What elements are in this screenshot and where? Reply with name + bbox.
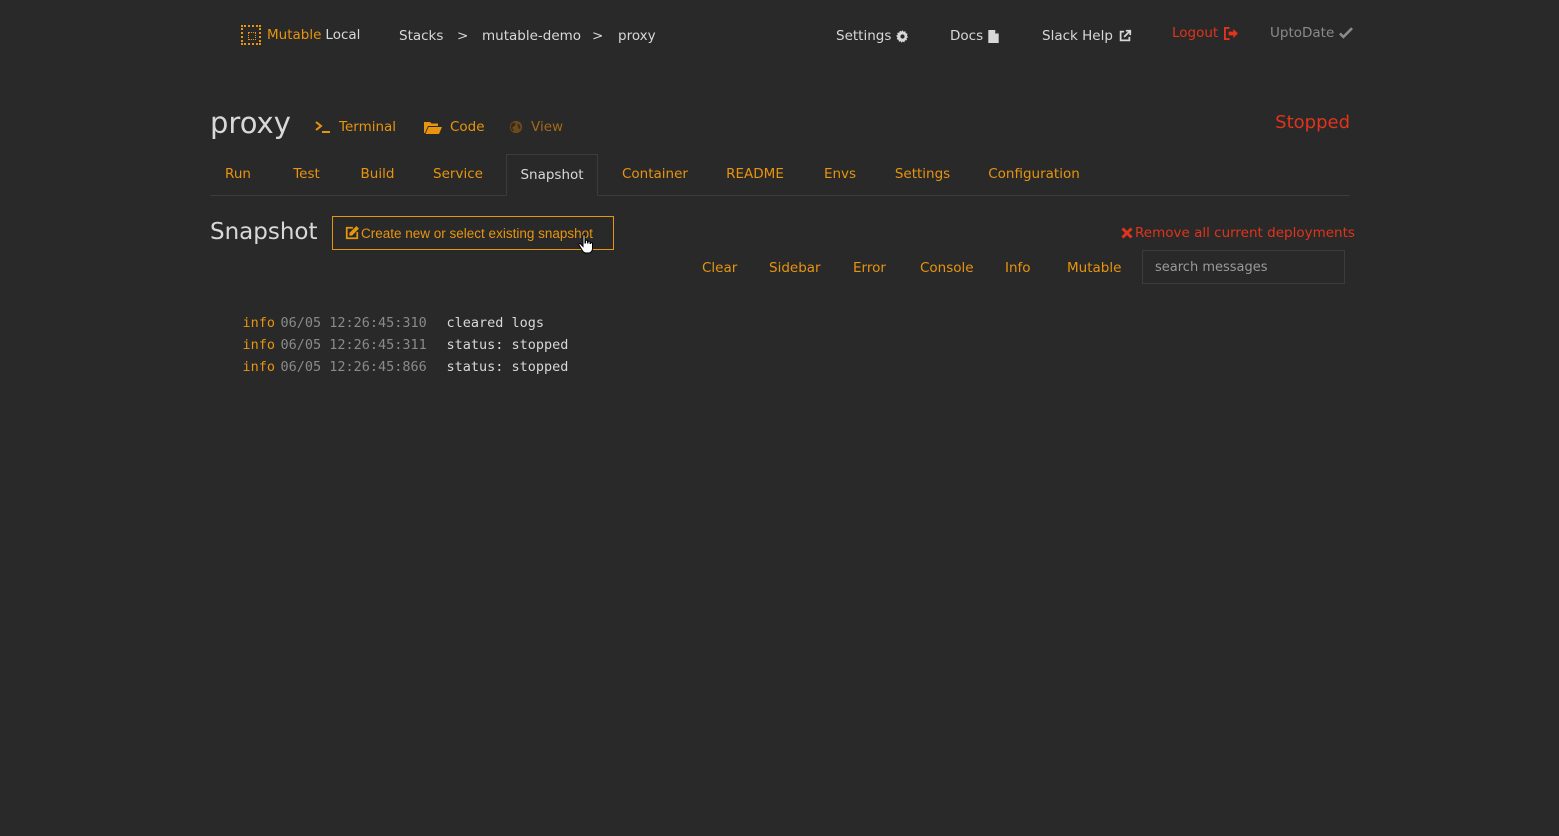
- filter-sidebar[interactable]: Sidebar: [769, 260, 821, 276]
- log-timestamp: 06/05 12:26:45:310: [280, 315, 427, 331]
- globe-icon: [509, 120, 523, 134]
- log-level: info: [242, 315, 276, 331]
- view-label: View: [531, 119, 564, 135]
- tab-configuration[interactable]: Configuration: [975, 154, 1093, 195]
- page-title: proxy: [210, 106, 291, 140]
- close-icon: [1121, 227, 1133, 239]
- filter-mutable[interactable]: Mutable: [1067, 260, 1121, 276]
- tab-readme[interactable]: README: [714, 154, 796, 195]
- tab-settings[interactable]: Settings: [884, 154, 961, 195]
- terminal-link[interactable]: Terminal: [315, 119, 396, 135]
- file-icon: [988, 29, 999, 43]
- breadcrumb-stacks[interactable]: Stacks: [399, 28, 443, 44]
- remove-all-deployments-link[interactable]: Remove all current deployments: [1121, 225, 1355, 241]
- tab-snapshot[interactable]: Snapshot: [506, 154, 598, 196]
- uptodate-label: UptoDate: [1270, 25, 1335, 41]
- log-row: info 06/05 12:26:45:310 cleared logs: [210, 296, 568, 331]
- logo-word-mutable: Mutable: [267, 27, 322, 43]
- filter-clear[interactable]: Clear: [702, 260, 737, 276]
- code-link[interactable]: Code: [424, 119, 485, 135]
- view-link[interactable]: View: [509, 119, 563, 135]
- tab-service[interactable]: Service: [422, 154, 494, 195]
- log-timestamp: 06/05 12:26:45:866: [280, 359, 427, 375]
- logout-icon: [1224, 26, 1239, 40]
- app-logo[interactable]: Mutable Local: [241, 25, 360, 45]
- slack-help-link[interactable]: Slack Help: [1042, 28, 1132, 44]
- create-snapshot-button[interactable]: Create new or select existing snapshot: [332, 216, 614, 250]
- logo-word-local: Local: [325, 27, 361, 43]
- logout-label: Logout: [1172, 25, 1219, 41]
- edit-icon: [345, 226, 359, 240]
- section-title: Snapshot: [210, 219, 318, 245]
- log-timestamp: 06/05 12:26:45:311: [280, 337, 427, 353]
- check-icon: [1339, 27, 1354, 39]
- breadcrumb-stack-name[interactable]: mutable-demo: [482, 28, 581, 44]
- settings-label: Settings: [836, 28, 892, 44]
- breadcrumb-separator: >: [592, 28, 604, 44]
- tab-container[interactable]: Container: [612, 154, 698, 195]
- log-list: info 06/05 12:26:45:310 cleared logs info 0…: [210, 296, 569, 375]
- slack-help-label: Slack Help: [1042, 28, 1113, 44]
- docs-link[interactable]: Docs: [950, 28, 999, 44]
- breadcrumb-separator: >: [457, 28, 469, 44]
- log-level: info: [242, 337, 276, 353]
- uptodate-status: UptoDate: [1270, 25, 1354, 41]
- log-message: cleared logs: [446, 315, 545, 331]
- hand-cursor-icon: [578, 234, 593, 254]
- log-message: status: stopped: [446, 359, 569, 375]
- service-status: Stopped: [1275, 112, 1350, 133]
- terminal-label: Terminal: [339, 119, 397, 135]
- mutable-logo-icon: [241, 25, 261, 45]
- tab-bar: Run Test Build Service Snapshot Containe…: [210, 154, 1350, 196]
- log-message: status: stopped: [446, 337, 569, 353]
- terminal-icon: [315, 121, 330, 133]
- log-level: info: [242, 359, 276, 375]
- tab-build[interactable]: Build: [347, 154, 408, 195]
- filter-info[interactable]: Info: [1005, 260, 1031, 276]
- remove-all-deployments-label: Remove all current deployments: [1135, 225, 1355, 241]
- docs-label: Docs: [950, 28, 984, 44]
- tab-envs[interactable]: Envs: [810, 154, 870, 195]
- filter-console[interactable]: Console: [920, 260, 974, 276]
- top-navbar: Mutable Local Stacks > mutable-demo > pr…: [0, 0, 1559, 72]
- settings-link[interactable]: Settings: [836, 28, 909, 44]
- external-link-icon: [1119, 29, 1132, 42]
- gear-icon: [896, 29, 909, 43]
- folder-open-icon: [424, 121, 442, 134]
- search-input[interactable]: [1142, 250, 1345, 284]
- create-snapshot-label: Create new or select existing snapshot: [361, 225, 593, 241]
- code-label: Code: [450, 119, 485, 135]
- filter-error[interactable]: Error: [853, 260, 886, 276]
- logout-link[interactable]: Logout: [1172, 25, 1239, 41]
- tab-test[interactable]: Test: [280, 154, 333, 195]
- tab-run[interactable]: Run: [210, 154, 266, 195]
- breadcrumb-service-name[interactable]: proxy: [618, 28, 656, 44]
